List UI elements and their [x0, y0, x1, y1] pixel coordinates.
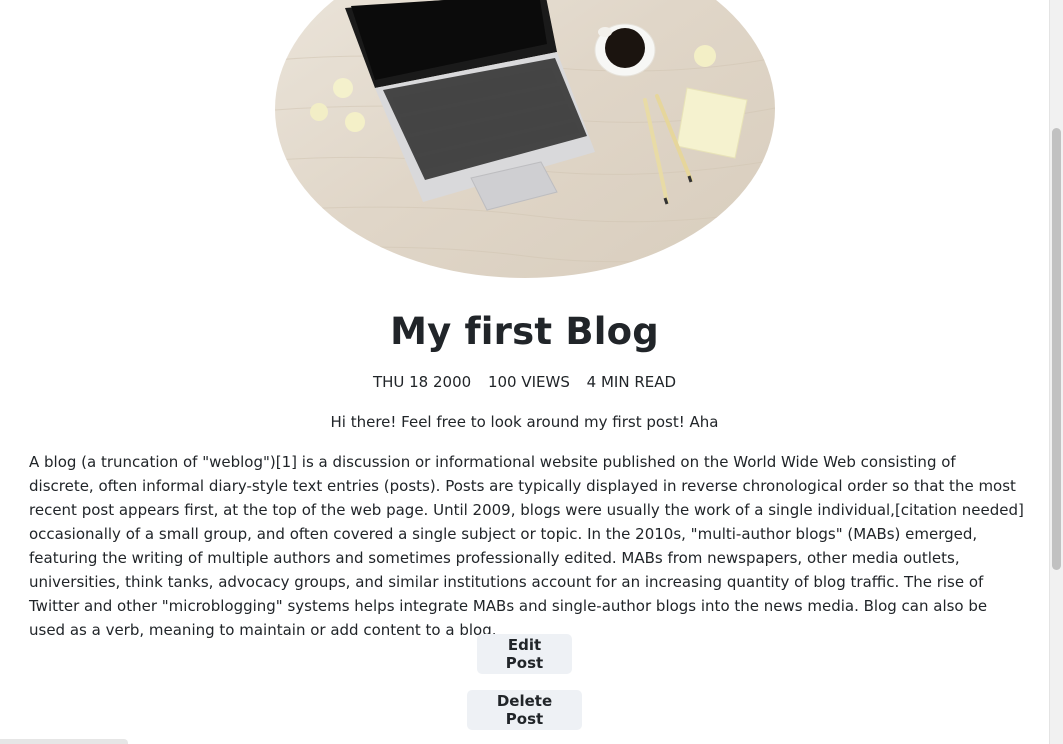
desk-laptop-illustration [275, 0, 775, 278]
post-meta: THU 18 2000 100 VIEWS 4 MIN READ [0, 373, 1049, 391]
edit-post-button[interactable]: Edit Post [477, 634, 572, 674]
coffee-cup-icon [594, 23, 656, 77]
post-title: My first Blog [390, 310, 659, 353]
post-read-time: 4 MIN READ [586, 373, 677, 391]
delete-post-button[interactable]: Delete Post [467, 690, 582, 730]
post-date: THU 18 2000 [372, 373, 472, 391]
vertical-scrollbar[interactable] [1049, 0, 1063, 744]
post-views: 100 VIEWS [487, 373, 570, 391]
page: My first Blog THU 18 2000 100 VIEWS 4 MI… [0, 0, 1063, 744]
post-body: A blog (a truncation of "weblog")[1] is … [29, 453, 1024, 639]
scrollbar-thumb[interactable] [1052, 128, 1061, 570]
post-cover-image [275, 0, 775, 278]
bottom-overlay-edge [0, 739, 128, 744]
sticky-note-icon [676, 87, 748, 159]
post-subtitle: Hi there! Feel free to look around my fi… [330, 413, 719, 431]
